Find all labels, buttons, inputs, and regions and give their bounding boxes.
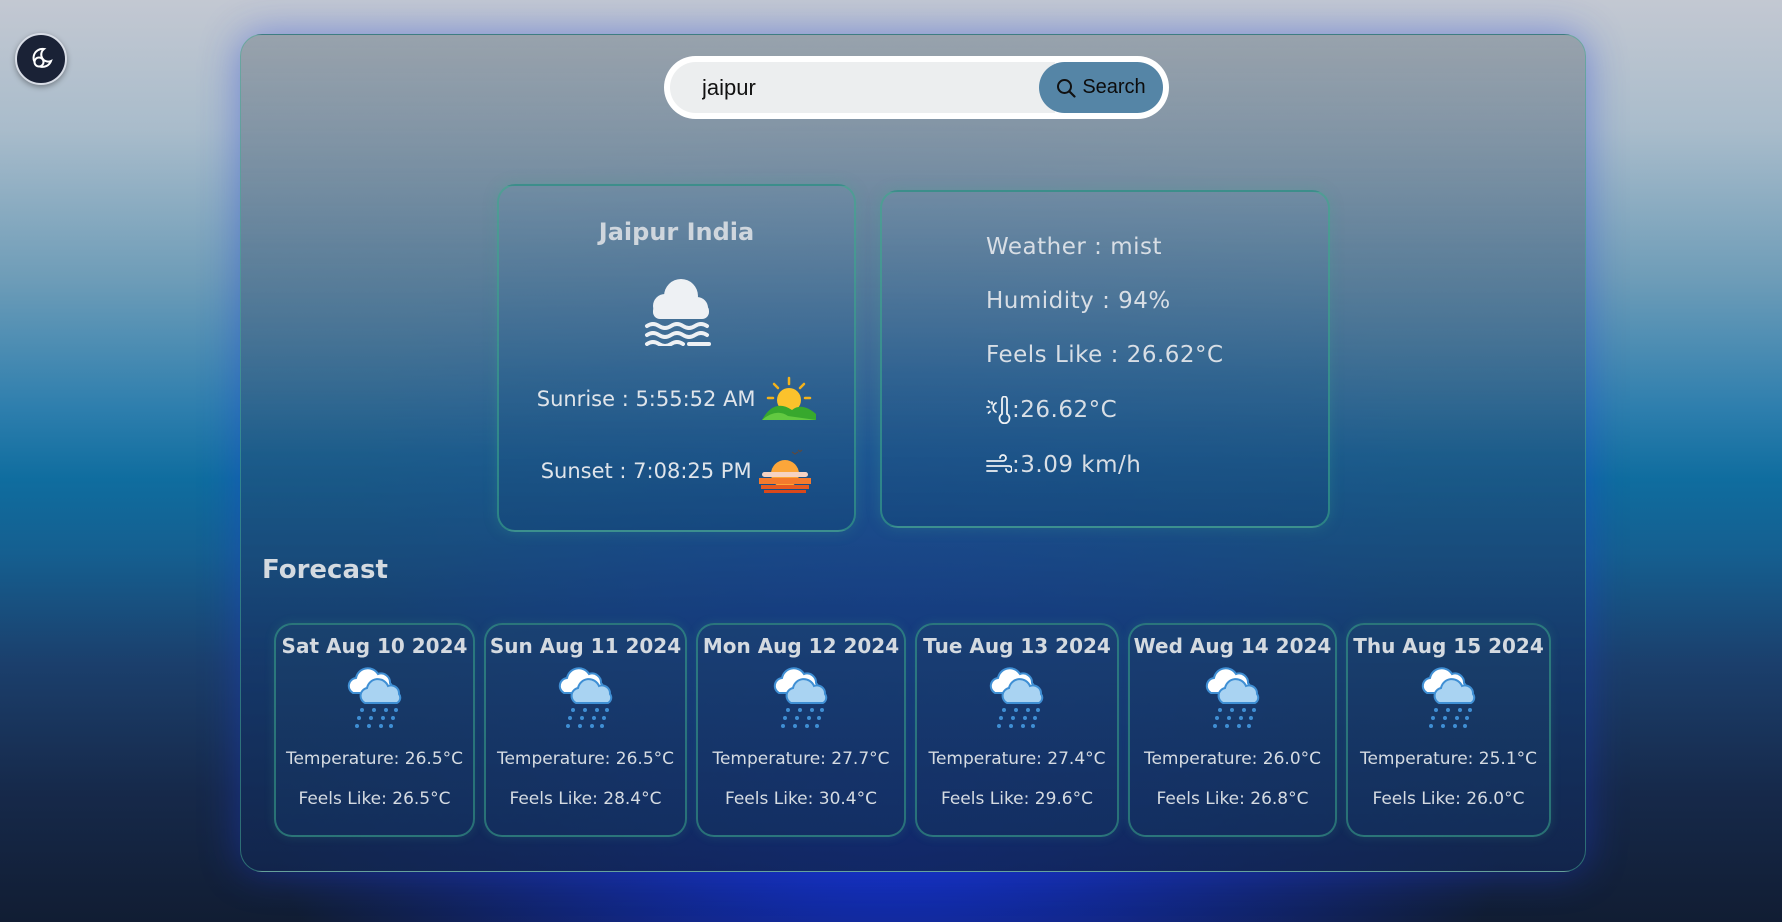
- humidity-value: Humidity : 94%: [986, 288, 1171, 314]
- forecast-feels-like: Feels Like: 29.6°C: [941, 789, 1093, 809]
- forecast-feels-like: Feels Like: 30.4°C: [725, 789, 877, 809]
- sunset-row: Sunset : 7:08:25 PM: [499, 448, 854, 494]
- forecast-card: Mon Aug 12 2024 Temperature: 27.7°C Feel…: [696, 623, 906, 837]
- forecast-temperature: Temperature: 26.5°C: [496, 749, 675, 769]
- feels-like-value: Feels Like : 26.62°C: [986, 342, 1224, 368]
- forecast-temperature: Temperature: 27.4°C: [928, 749, 1106, 769]
- sunrise-text: Sunrise : 5:55:52 AM: [536, 387, 756, 411]
- forecast-card: Wed Aug 14 2024 Temperature: 26.0°C Feel…: [1128, 623, 1337, 837]
- city-name: Jaipur India: [598, 218, 755, 246]
- forecast-temperature: Temperature: 25.1°C: [1359, 749, 1538, 769]
- fog-cloud-icon: [645, 279, 711, 346]
- thermometer-icon: [986, 396, 1011, 424]
- weather-details-card: Weather : mist Humidity : 94% Feels Like…: [880, 190, 1330, 528]
- temperature-value: :26.62°C: [1012, 397, 1118, 423]
- snow-cloud-icon: [558, 667, 612, 728]
- search-bar: Search: [664, 56, 1169, 119]
- forecast-feels-like: Feels Like: 26.0°C: [1372, 789, 1525, 809]
- forecast-feels-like: Feels Like: 26.5°C: [298, 789, 451, 809]
- sunrise-icon: [762, 376, 817, 420]
- sunrise-row: Sunrise : 5:55:52 AM: [499, 376, 854, 422]
- snow-cloud-icon: [773, 667, 828, 728]
- forecast-temperature: Temperature: 27.7°C: [712, 749, 890, 769]
- weather-condition: Weather : mist: [986, 234, 1163, 260]
- snow-cloud-icon: [1205, 667, 1259, 728]
- sunset-text: Sunset : 7:08:25 PM: [540, 459, 752, 483]
- sunset-icon: [759, 449, 812, 493]
- forecast-card: Thu Aug 15 2024 Temperature: 25.1°C Feel…: [1346, 623, 1551, 837]
- snow-cloud-icon: [1421, 667, 1475, 728]
- moon-sun-icon: [32, 47, 53, 68]
- search-button[interactable]: Search: [1039, 62, 1163, 113]
- forecast-feels-like: Feels Like: 26.8°C: [1156, 789, 1309, 809]
- wind-value: :3.09 km/h: [1012, 452, 1142, 478]
- forecast-feels-like: Feels Like: 28.4°C: [509, 789, 662, 809]
- wind-icon: [986, 454, 1012, 473]
- forecast-date: Sun Aug 11 2024: [489, 634, 682, 658]
- search-button-label: Search: [1082, 76, 1146, 98]
- temperature-row: :26.62°C: [986, 396, 1117, 424]
- theme-toggle-button[interactable]: [15, 33, 67, 85]
- forecast-date: Mon Aug 12 2024: [702, 634, 900, 658]
- snow-cloud-icon: [989, 667, 1044, 728]
- forecast-date: Thu Aug 15 2024: [1353, 634, 1544, 658]
- snow-cloud-icon: [347, 667, 401, 728]
- forecast-temperature: Temperature: 26.5°C: [285, 749, 464, 769]
- forecast-card: Sat Aug 10 2024 Temperature: 26.5°C Feel…: [274, 623, 475, 837]
- wind-row: :3.09 km/h: [986, 452, 1141, 478]
- forecast-date: Tue Aug 13 2024: [923, 634, 1111, 658]
- forecast-card: Tue Aug 13 2024 Temperature: 27.4°C Feel…: [915, 623, 1119, 837]
- current-weather-card: Jaipur India Sunrise : 5:55:52 AM Sunset…: [497, 184, 856, 532]
- search-input[interactable]: [670, 62, 1055, 113]
- forecast-card: Sun Aug 11 2024 Temperature: 26.5°C Feel…: [484, 623, 687, 837]
- search-icon: [1057, 78, 1076, 98]
- forecast-date: Sat Aug 10 2024: [281, 634, 468, 658]
- forecast-temperature: Temperature: 26.0°C: [1143, 749, 1322, 769]
- forecast-date: Wed Aug 14 2024: [1133, 634, 1332, 658]
- forecast-title: Forecast: [262, 555, 388, 585]
